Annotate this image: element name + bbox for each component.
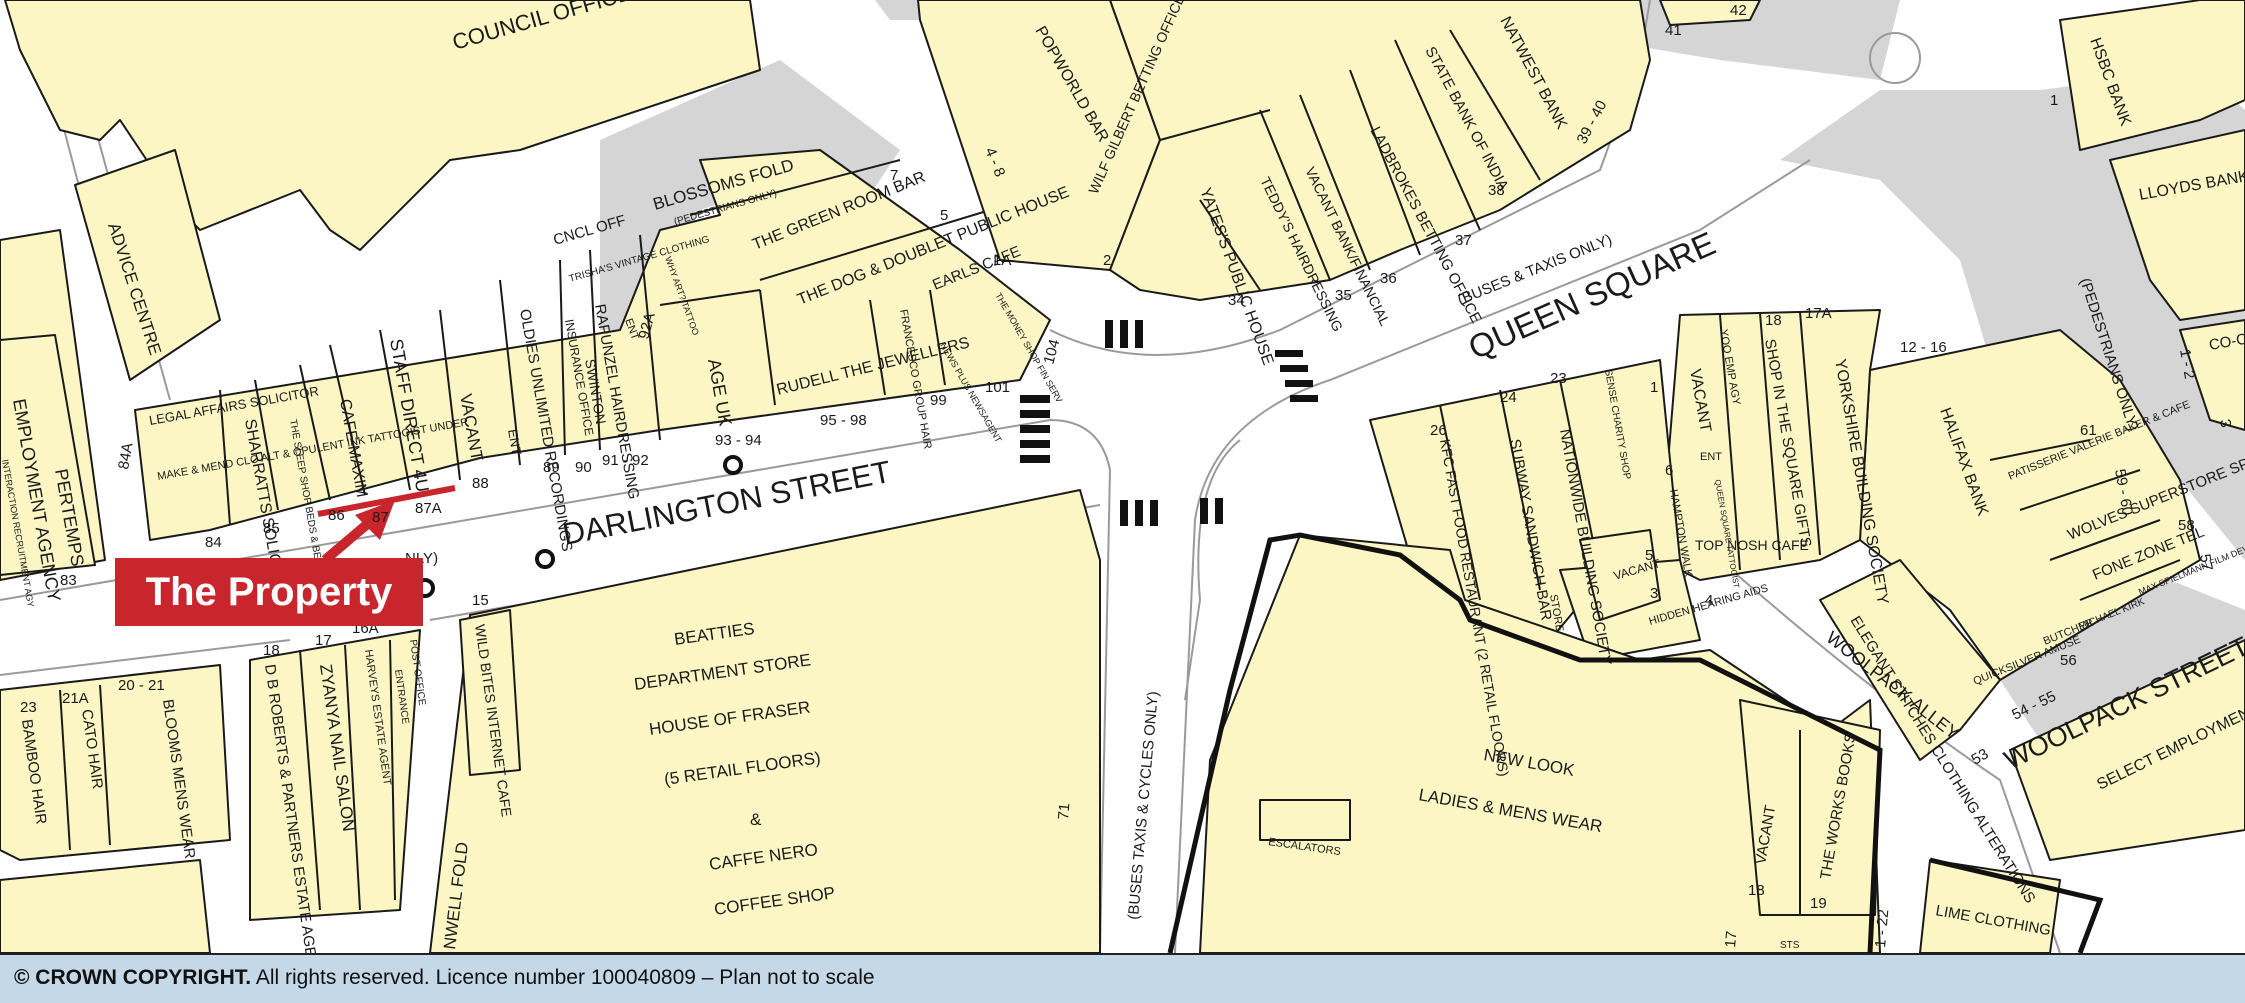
num-95-98: 95 - 98	[820, 412, 867, 429]
num-1a: 1A	[993, 252, 1011, 269]
num-61: 61	[2080, 422, 2097, 439]
num-17-s: 17	[1722, 930, 1740, 948]
num-3: 3	[1650, 585, 1658, 602]
num-83: 83	[60, 572, 77, 589]
num-21a: 21A	[62, 690, 89, 707]
num-17: 17	[315, 632, 332, 649]
map-canvas: DARLINGTON STREET QUEEN SQUARE (BUSES & …	[0, 0, 2245, 978]
label-beatties-5: &	[750, 810, 762, 829]
num-89: 89	[543, 459, 560, 476]
copyright-bold: © CROWN COPYRIGHT.	[14, 966, 252, 989]
num-5-qs: 5	[1645, 547, 1653, 564]
num-2: 2	[1103, 252, 1111, 269]
street-map[interactable]: DARLINGTON STREET QUEEN SQUARE (BUSES & …	[0, 0, 2245, 978]
num-23-s: 23	[20, 699, 37, 716]
num-15: 15	[472, 592, 489, 609]
num-4: 4	[1705, 592, 1713, 609]
num-19: 19	[1810, 895, 1827, 912]
property-callout: The Property	[115, 558, 423, 626]
label-top-nosh: TOP NOSH CAFE	[1695, 537, 1809, 553]
num-85: 85	[263, 520, 280, 537]
num-6: 6	[1665, 462, 1673, 479]
num-93-94: 93 - 94	[715, 432, 762, 449]
num-20-21: 20 - 21	[118, 677, 165, 694]
num-18-s: 18	[1748, 882, 1765, 899]
num-88: 88	[472, 475, 489, 492]
num-90: 90	[575, 459, 592, 476]
num-34: 34	[1228, 292, 1245, 309]
num-58: 58	[2178, 517, 2195, 534]
num-35: 35	[1335, 287, 1352, 304]
num-24: 24	[1500, 389, 1517, 406]
label-sts: STS	[1780, 940, 1800, 951]
num-71: 71	[1055, 802, 1073, 820]
num-38: 38	[1488, 182, 1505, 199]
num-1-22: 1 - 22	[1872, 909, 1892, 949]
num-7: 7	[890, 167, 898, 184]
num-86: 86	[328, 507, 345, 524]
copyright-text: All rights reserved. Licence number 1000…	[251, 966, 875, 989]
num-37: 37	[1455, 232, 1472, 249]
num-18-qs: 18	[1765, 312, 1782, 329]
num-5: 5	[940, 207, 948, 224]
label-ent-2: ENT	[1700, 451, 1722, 463]
num-41: 41	[1665, 22, 1682, 39]
num-91-92: 91 - 92	[602, 452, 649, 469]
num-26: 26	[1430, 422, 1447, 439]
num-99: 99	[930, 392, 947, 409]
num-101: 101	[985, 379, 1010, 396]
num-17a: 17A	[1805, 305, 1832, 322]
num-87: 87	[372, 509, 389, 526]
num-42: 42	[1730, 2, 1747, 19]
copyright-footer: © CROWN COPYRIGHT. All rights reserved. …	[0, 953, 2245, 1003]
num-23: 23	[1550, 370, 1567, 387]
num-1-qs: 1	[1650, 379, 1658, 396]
num-87a: 87A	[415, 500, 442, 517]
num-12-16: 12 - 16	[1900, 339, 1947, 356]
num-18: 18	[263, 642, 280, 659]
num-1-top: 1	[2050, 92, 2058, 109]
num-84: 84	[205, 534, 222, 551]
num-56: 56	[2060, 652, 2077, 669]
num-36: 36	[1380, 270, 1397, 287]
num-57: 57	[2196, 553, 2216, 572]
